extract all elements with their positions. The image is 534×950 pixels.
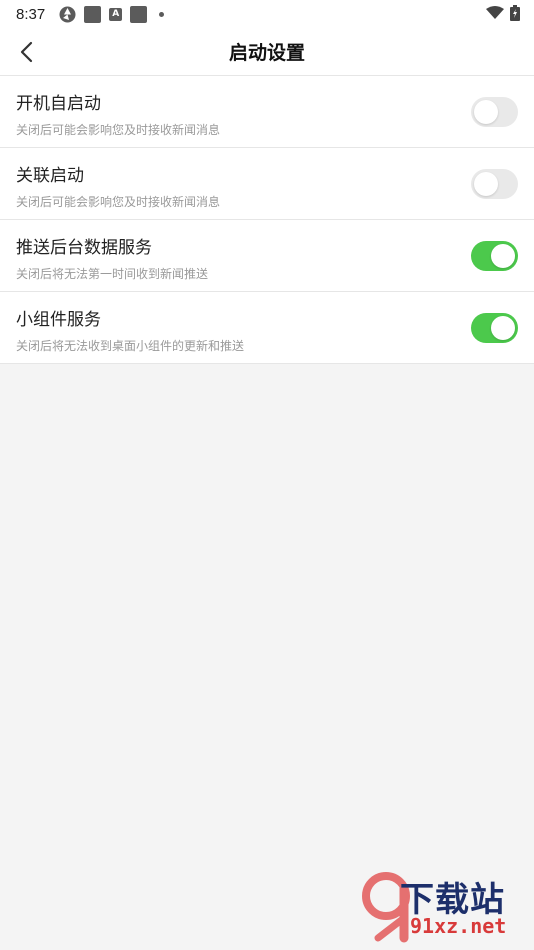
setting-title: 小组件服务 xyxy=(16,310,101,330)
system-icons xyxy=(486,5,520,21)
boot-start-toggle[interactable] xyxy=(471,97,518,127)
setting-title: 关联启动 xyxy=(16,166,84,186)
setting-row-boot-start: 开机自启动 关闭后可能会影响您及时接收新闻消息 xyxy=(0,76,534,148)
wifi-icon xyxy=(486,6,504,19)
setting-description: 关闭后将无法收到桌面小组件的更新和推送 xyxy=(16,339,245,353)
more-notifications-icon xyxy=(159,11,165,17)
toggle-knob xyxy=(474,172,498,196)
notification-icons: A xyxy=(59,5,165,23)
setting-description: 关闭后可能会影响您及时接收新闻消息 xyxy=(16,123,221,137)
chevron-left-icon xyxy=(20,41,33,63)
status-bar: 8:37 A xyxy=(0,0,534,28)
settings-list: 开机自启动 关闭后可能会影响您及时接收新闻消息 关联启动 关闭后可能会影响您及时… xyxy=(0,76,534,364)
back-button[interactable] xyxy=(12,38,40,66)
setting-row-push-background: 推送后台数据服务 关闭后将无法第一时间收到新闻推送 xyxy=(0,220,534,292)
toggle-knob xyxy=(474,100,498,124)
setting-title: 开机自启动 xyxy=(16,94,101,114)
status-time: 8:37 xyxy=(16,5,46,23)
setting-title: 推送后台数据服务 xyxy=(16,238,152,258)
setting-description: 关闭后将无法第一时间收到新闻推送 xyxy=(16,267,209,281)
battery-charging-icon xyxy=(510,5,520,21)
setting-row-widget-service: 小组件服务 关闭后将无法收到桌面小组件的更新和推送 xyxy=(0,292,534,364)
setting-row-associated-start: 关联启动 关闭后可能会影响您及时接收新闻消息 xyxy=(0,148,534,220)
widget-service-toggle[interactable] xyxy=(471,313,518,343)
setting-description: 关闭后可能会影响您及时接收新闻消息 xyxy=(16,195,221,209)
watermark-url: 91xz.net xyxy=(410,914,507,938)
app-notification-icon-2 xyxy=(130,5,148,23)
navigation-bar: 启动设置 xyxy=(0,28,534,76)
aperture-icon xyxy=(59,6,76,22)
associated-start-toggle[interactable] xyxy=(471,169,518,199)
watermark-logo: 下载站 91xz.net xyxy=(360,866,530,946)
app-notification-icon xyxy=(84,5,102,23)
page-title: 启动设置 xyxy=(228,42,305,64)
toggle-knob xyxy=(491,316,515,340)
toggle-knob xyxy=(491,244,515,268)
push-background-toggle[interactable] xyxy=(471,241,518,271)
text-notification-icon: A xyxy=(109,7,123,21)
